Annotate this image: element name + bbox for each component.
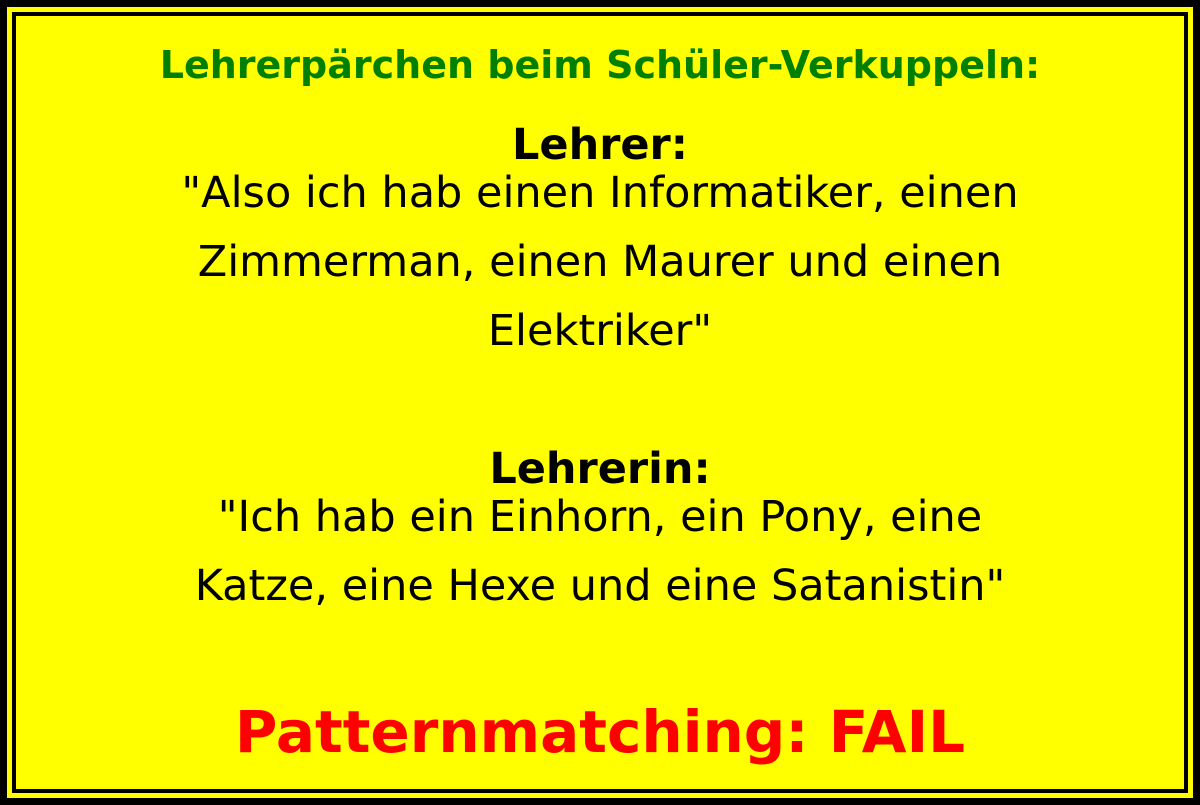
outer-border: Lehrerpärchen beim Schüler-Verkuppeln: L… [0, 0, 1200, 805]
punchline: Patternmatching: FAIL [234, 698, 966, 766]
quote-lehrer-line-2: Zimmerman, einen Maurer und einen [197, 237, 1003, 287]
quote-lehrerin-line-2: Katze, eine Hexe und eine Satanistin" [194, 561, 1006, 611]
page-title: Lehrerpärchen beim Schüler-Verkuppeln: [159, 43, 1041, 87]
quote-lehrerin: "Ich hab ein Einhorn, ein Pony, eine Kat… [56, 483, 1144, 621]
quote-lehrer: "Also ich hab einen Informatiker, einen … [56, 159, 1144, 366]
quote-lehrer-line-1: "Also ich hab einen Informatiker, einen [181, 168, 1019, 218]
meme-card: Lehrerpärchen beim Schüler-Verkuppeln: L… [12, 12, 1188, 793]
quote-lehrer-line-3: Elektriker" [487, 306, 713, 356]
border-gap: Lehrerpärchen beim Schüler-Verkuppeln: L… [7, 7, 1193, 798]
quote-lehrerin-line-1: "Ich hab ein Einhorn, ein Pony, eine [217, 492, 983, 542]
